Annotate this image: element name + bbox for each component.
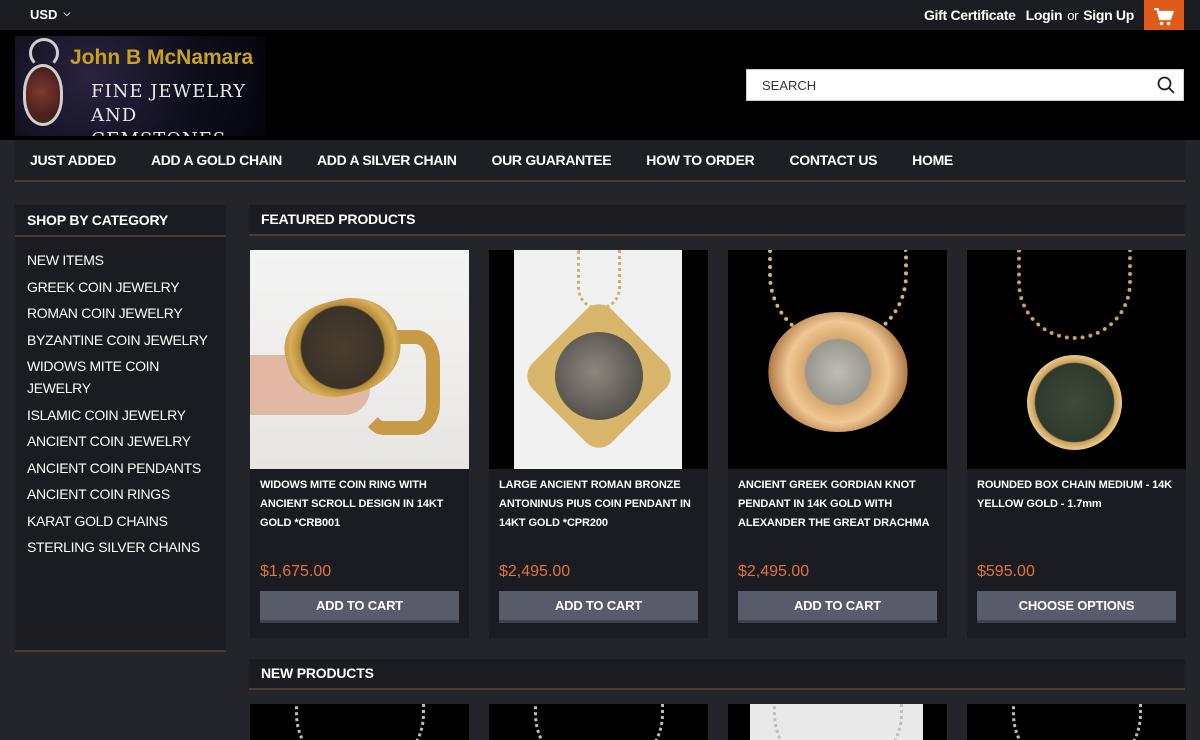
product-card: LARGE ANCIENT ROMAN BRONZE ANTONINUS PIU… [489,250,708,638]
chain-shape [577,250,621,310]
product-image[interactable] [489,250,708,469]
new-product-image[interactable] [967,704,1186,740]
category-ancient-coin-jewelry[interactable]: ANCIENT COIN JEWELRY [27,430,214,452]
product-price: $2,495.00 [738,563,810,580]
new-products-heading: NEW PRODUCTS [249,659,1185,690]
choose-options-button[interactable]: CHOOSE OPTIONS [977,591,1176,623]
logo-subtitle: FINE JEWELRY AND GEMSTONES [91,80,265,136]
nav-contact-us[interactable]: CONTACT US [789,152,877,168]
new-product-image[interactable] [250,704,469,740]
product-title[interactable]: ROUNDED BOX CHAIN MEDIUM - 14K YELLOW GO… [977,476,1182,514]
category-sterling-silver-chains[interactable]: STERLING SILVER CHAINS [27,536,214,558]
category-widows-mite-coin-jewelry[interactable]: WIDOWS MITE COIN JEWELRY [27,355,214,399]
add-to-cart-button[interactable]: ADD TO CART [738,591,937,623]
store-logo[interactable]: John B McNamara FINE JEWELRY AND GEMSTON… [15,36,265,136]
chain-shape [773,704,903,740]
add-to-cart-button[interactable]: ADD TO CART [260,591,459,623]
chain-shape [1017,250,1132,340]
logo-pendant [23,64,63,126]
product-price: $595.00 [977,563,1035,580]
chain-shape [295,704,425,740]
currency-label: USD [30,7,58,22]
search-bar [746,69,1184,101]
category-islamic-coin-jewelry[interactable]: ISLAMIC COIN JEWELRY [27,404,214,426]
new-product-image[interactable] [489,704,708,740]
product-card: ANCIENT GREEK GORDIAN KNOT PENDANT IN 14… [728,250,947,638]
logo-line-1: FINE JEWELRY [91,81,247,102]
category-sidebar: SHOP BY CATEGORY NEW ITEMS GREEK COIN JE… [15,205,226,652]
category-karat-gold-chains[interactable]: KARAT GOLD CHAINS [27,510,214,532]
pendant-frame-shape [768,312,908,432]
product-image[interactable] [250,250,469,469]
login-link[interactable]: Login [1026,7,1063,23]
top-bar: USD ⌵ Gift Certificate Login or Sign Up [0,0,1200,33]
new-products-grid [250,704,1186,740]
product-card: WIDOWS MITE COIN RING WITH ANCIENT SCROL… [250,250,469,638]
signup-link[interactable]: Sign Up [1083,7,1134,23]
site-header: John B McNamara FINE JEWELRY AND GEMSTON… [0,30,1200,140]
product-price: $2,495.00 [499,563,571,580]
account-links: Gift Certificate Login or Sign Up [924,7,1134,23]
chain-shape [1012,704,1142,740]
search-icon[interactable] [1149,70,1183,100]
chain-shape [534,704,664,740]
category-greek-coin-jewelry[interactable]: GREEK COIN JEWELRY [27,276,214,298]
chevron-down-icon: ⌵ [63,8,71,18]
gift-certificate-link[interactable]: Gift Certificate [924,7,1016,23]
product-image[interactable] [967,250,1186,469]
product-title[interactable]: LARGE ANCIENT ROMAN BRONZE ANTONINUS PIU… [499,476,704,533]
logo-line-2: AND GEMSTONES [91,105,225,136]
coin-shape [1027,355,1122,450]
main-nav: JUST ADDED ADD A GOLD CHAIN ADD A SILVER… [15,140,1185,182]
cart-button[interactable] [1144,0,1184,33]
nav-add-silver-chain[interactable]: ADD A SILVER CHAIN [317,152,457,168]
currency-selector[interactable]: USD ⌵ [30,7,70,22]
product-price: $1,675.00 [260,563,332,580]
category-roman-coin-jewelry[interactable]: ROMAN COIN JEWELRY [27,302,214,324]
product-card: ROUNDED BOX CHAIN MEDIUM - 14K YELLOW GO… [967,250,1186,638]
add-to-cart-button[interactable]: ADD TO CART [499,591,698,623]
featured-products-heading: FEATURED PRODUCTS [249,205,1185,236]
nav-our-guarantee[interactable]: OUR GUARANTEE [492,152,612,168]
product-image[interactable] [728,250,947,469]
or-text: or [1067,7,1079,23]
category-new-items[interactable]: NEW ITEMS [27,249,214,271]
sidebar-title: SHOP BY CATEGORY [15,205,226,237]
category-list: NEW ITEMS GREEK COIN JEWELRY ROMAN COIN … [15,237,226,558]
product-title[interactable]: WIDOWS MITE COIN RING WITH ANCIENT SCROL… [260,476,465,533]
featured-products-grid: WIDOWS MITE COIN RING WITH ANCIENT SCROL… [250,250,1186,638]
cart-icon [1154,7,1174,25]
product-title[interactable]: ANCIENT GREEK GORDIAN KNOT PENDANT IN 14… [738,476,943,533]
logo-brand: John B McNamara [70,46,254,69]
coin-shape [555,332,643,420]
nav-how-to-order[interactable]: HOW TO ORDER [646,152,754,168]
search-input[interactable] [747,70,1149,100]
nav-just-added[interactable]: JUST ADDED [30,152,116,168]
category-ancient-coin-rings[interactable]: ANCIENT COIN RINGS [27,483,214,505]
nav-home[interactable]: HOME [912,152,953,168]
new-product-image[interactable] [728,704,947,740]
category-ancient-coin-pendants[interactable]: ANCIENT COIN PENDANTS [27,457,214,479]
nav-add-gold-chain[interactable]: ADD A GOLD CHAIN [151,152,282,168]
category-byzantine-coin-jewelry[interactable]: BYZANTINE COIN JEWELRY [27,329,214,351]
